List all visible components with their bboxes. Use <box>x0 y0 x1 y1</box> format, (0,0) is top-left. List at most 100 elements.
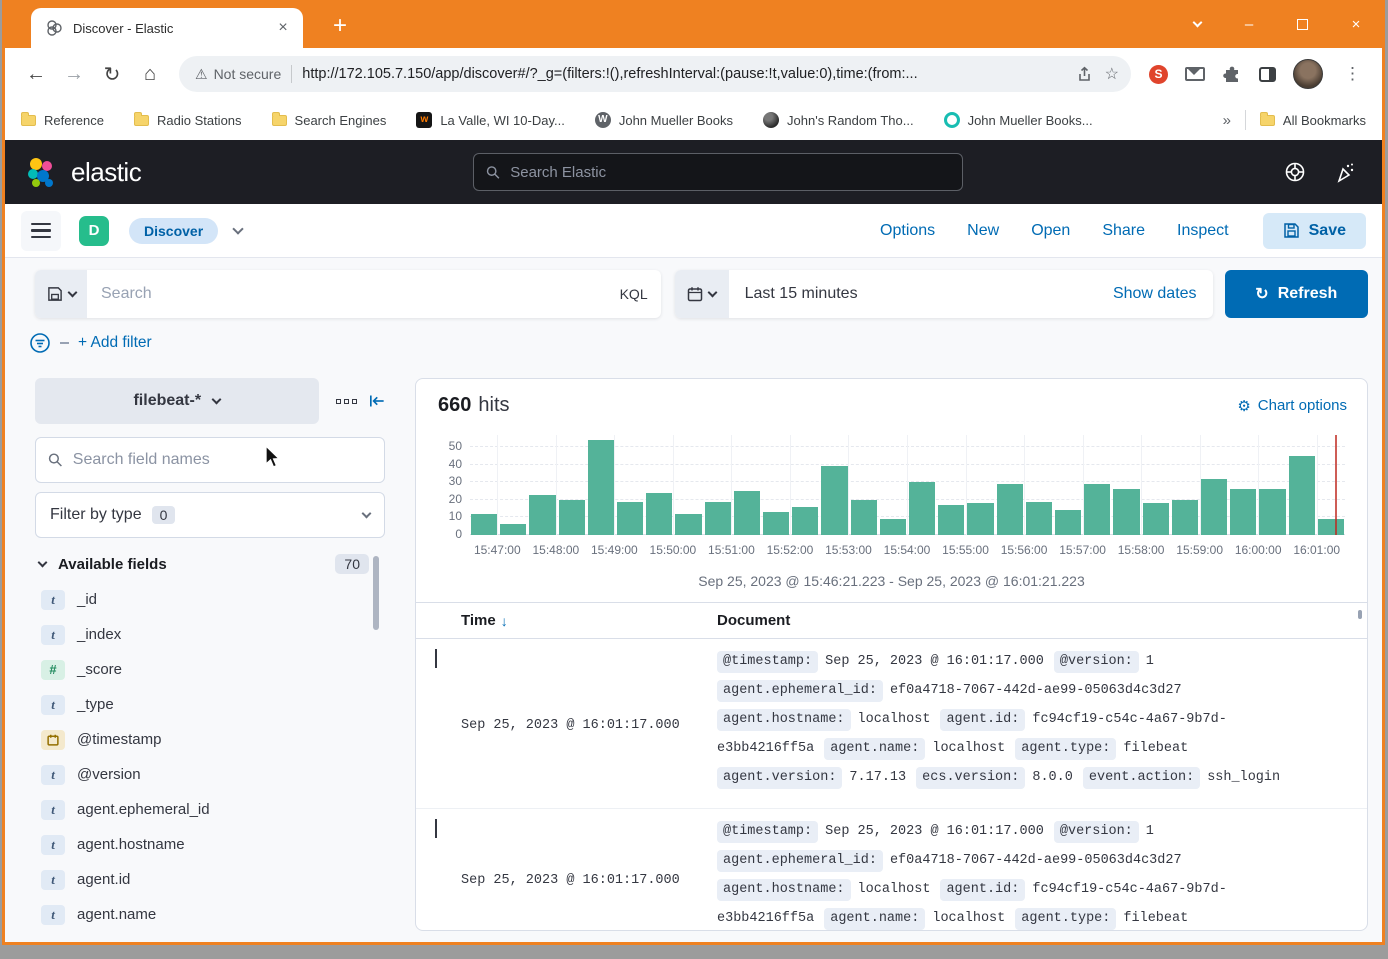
address-bar[interactable]: ⚠ Not secure http://172.105.7.150/app/di… <box>179 56 1131 92</box>
chart-bar[interactable] <box>1143 503 1169 535</box>
profile-avatar[interactable] <box>1293 59 1323 89</box>
newsfeed-icon[interactable] <box>1334 161 1356 183</box>
table-scrollbar[interactable] <box>1358 610 1362 619</box>
collapse-sidebar-icon[interactable] <box>369 393 385 409</box>
field-item[interactable]: tagent.id <box>35 862 385 897</box>
bookmark-item[interactable]: WJohn Mueller Books <box>595 112 733 128</box>
browser-tab[interactable]: Discover - Elastic × <box>31 8 303 48</box>
toolbar-link-inspect[interactable]: Inspect <box>1177 222 1229 240</box>
chart-bar[interactable] <box>967 503 993 535</box>
bookmark-star-icon[interactable]: ☆ <box>1105 64 1119 84</box>
chart-bar[interactable] <box>1055 510 1081 535</box>
new-tab-button[interactable]: + <box>327 12 353 40</box>
chart-options-button[interactable]: ⚙ Chart options <box>1237 397 1347 415</box>
breadcrumb-discover[interactable]: Discover <box>129 218 218 244</box>
chart-bar[interactable] <box>1084 484 1110 535</box>
chart-bar[interactable] <box>675 514 701 535</box>
field-item[interactable]: t@version <box>35 757 385 792</box>
chart-bar[interactable] <box>763 512 789 535</box>
extensions-puzzle-icon[interactable] <box>1222 64 1242 84</box>
datepicker-calendar-button[interactable] <box>675 270 729 318</box>
bookmark-item[interactable]: John Mueller Books... <box>944 112 1093 128</box>
chart-bar[interactable] <box>851 500 877 535</box>
chart-bar[interactable] <box>997 484 1023 535</box>
chart-bar[interactable] <box>1259 489 1285 535</box>
field-item[interactable]: t_type <box>35 687 385 722</box>
chart-bar[interactable] <box>1289 456 1315 535</box>
available-fields-header[interactable]: Available fields 70 <box>35 554 385 574</box>
query-search-input[interactable] <box>87 270 607 318</box>
chart-bar[interactable] <box>500 524 526 535</box>
chevron-down-icon[interactable] <box>1193 17 1203 27</box>
chart-bar[interactable] <box>1201 479 1227 535</box>
bookmark-item[interactable]: Search Engines <box>272 113 387 128</box>
field-search-box[interactable] <box>35 437 385 483</box>
time-range-label[interactable]: Last 15 minutes <box>729 270 1113 318</box>
chart-bar[interactable] <box>1113 489 1139 535</box>
chart-bar[interactable] <box>880 519 906 535</box>
space-badge[interactable]: D <box>79 216 109 246</box>
chart-bar[interactable] <box>705 502 731 535</box>
security-label[interactable]: Not secure <box>214 66 282 82</box>
browser-menu-icon[interactable]: ⋮ <box>1340 64 1365 84</box>
bookmark-item[interactable]: John's Random Tho... <box>763 112 914 128</box>
kql-language-button[interactable]: KQL <box>607 270 661 318</box>
field-item[interactable]: @timestamp <box>35 722 385 757</box>
chart-bar[interactable] <box>734 491 760 535</box>
chart-bar[interactable] <box>792 507 818 535</box>
field-item[interactable]: tagent.name <box>35 897 385 932</box>
chart-bar[interactable] <box>529 495 555 535</box>
global-search-box[interactable] <box>473 153 963 191</box>
chart-bar[interactable] <box>1318 519 1344 535</box>
expand-row-icon[interactable] <box>435 819 437 838</box>
maximize-button[interactable] <box>1297 19 1308 30</box>
sidebar-scrollbar[interactable] <box>373 556 379 630</box>
refresh-button[interactable]: ↻ Refresh <box>1225 270 1368 318</box>
forward-button[interactable]: → <box>55 63 93 86</box>
chart-bar[interactable] <box>1172 500 1198 535</box>
reading-list-icon[interactable] <box>1259 67 1276 82</box>
sidebar-options-icon[interactable] <box>336 399 357 404</box>
time-column-header[interactable]: Time ↓ <box>461 612 717 629</box>
toolbar-link-share[interactable]: Share <box>1102 222 1145 240</box>
share-icon[interactable] <box>1076 66 1093 83</box>
extension-mail-icon[interactable] <box>1185 67 1205 81</box>
saved-query-button[interactable] <box>35 270 87 318</box>
toolbar-link-options[interactable]: Options <box>880 222 935 240</box>
tab-close-icon[interactable]: × <box>273 19 293 37</box>
field-item[interactable]: #_score <box>35 652 385 687</box>
save-button[interactable]: Save <box>1263 213 1366 249</box>
chart-bar[interactable] <box>909 482 935 535</box>
home-button[interactable]: ⌂ <box>131 63 169 86</box>
chart-bar[interactable] <box>1230 489 1256 535</box>
minimize-button[interactable]: – <box>1241 16 1257 33</box>
bookmark-item[interactable]: Radio Stations <box>134 113 242 128</box>
chart-bar[interactable] <box>471 514 497 535</box>
expand-row-icon[interactable] <box>435 649 437 668</box>
chart-bar[interactable] <box>559 500 585 535</box>
help-icon[interactable] <box>1284 161 1306 183</box>
bookmarks-overflow-icon[interactable]: » <box>1223 112 1231 129</box>
reload-button[interactable]: ↻ <box>93 62 131 87</box>
breadcrumb-dropdown-icon[interactable] <box>232 223 243 234</box>
chart-bar[interactable] <box>588 440 614 535</box>
field-item[interactable]: t_id <box>35 582 385 617</box>
filter-by-type-select[interactable]: Filter by type 0 <box>35 492 385 538</box>
toolbar-link-new[interactable]: New <box>967 222 999 240</box>
chart-bar[interactable] <box>821 466 847 535</box>
chart-bar[interactable] <box>646 493 672 535</box>
chart-bar[interactable] <box>938 505 964 535</box>
chart-bar[interactable] <box>1026 502 1052 535</box>
all-bookmarks-button[interactable]: All Bookmarks <box>1260 113 1366 128</box>
field-item[interactable]: tagent.ephemeral_id <box>35 792 385 827</box>
chart-bar[interactable] <box>617 502 643 535</box>
add-filter-button[interactable]: + Add filter <box>78 334 152 352</box>
global-search-input[interactable] <box>510 164 950 181</box>
sort-down-icon[interactable]: ↓ <box>501 613 508 629</box>
field-item[interactable]: tagent.hostname <box>35 827 385 862</box>
url-text[interactable]: http://172.105.7.150/app/discover#/?_g=(… <box>302 66 1063 82</box>
nav-menu-icon[interactable] <box>21 211 61 251</box>
field-item[interactable]: t_index <box>35 617 385 652</box>
field-search-input[interactable] <box>73 451 372 469</box>
bookmark-item[interactable]: Reference <box>21 113 104 128</box>
